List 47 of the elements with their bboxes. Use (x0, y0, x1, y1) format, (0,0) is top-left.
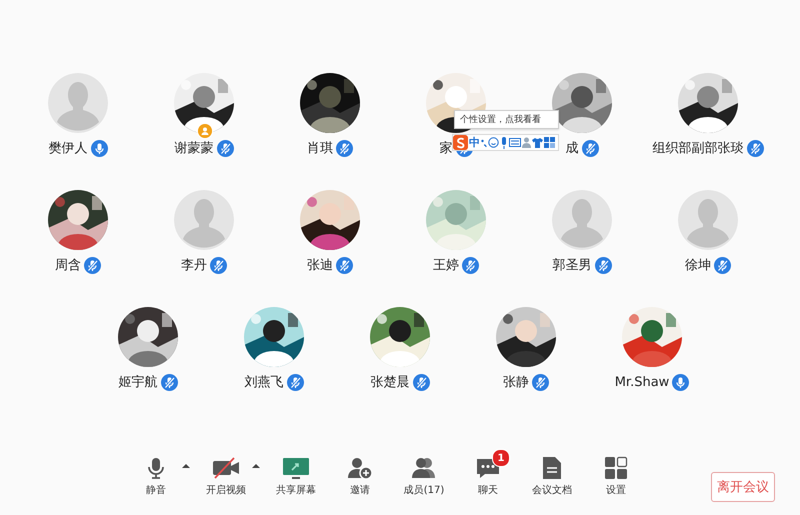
participant-name: 成 (566, 140, 578, 157)
participant-name: 郭圣男 (552, 257, 592, 274)
screen-share-icon (282, 456, 310, 480)
participant-name: 姬宇航 (118, 374, 158, 391)
participant-name: 樊伊人 (48, 140, 88, 157)
grid-icon[interactable] (544, 137, 555, 148)
participant-name: 谢蒙蒙 (174, 140, 214, 157)
ime-logo-icon[interactable] (453, 135, 468, 150)
docs-button[interactable]: 会议文档 (523, 449, 581, 499)
document-icon (542, 456, 562, 480)
participant-name: 刘燕飞 (244, 374, 284, 391)
default-avatar-icon (174, 190, 234, 250)
participant-name: 家 (440, 140, 452, 157)
default-avatar-icon (552, 190, 612, 250)
participant-name: 肖琪 (307, 140, 333, 157)
punctuation-icon[interactable] (481, 138, 487, 148)
participant-name: 周含 (55, 257, 81, 274)
default-avatar-icon (678, 190, 738, 250)
mic-icon[interactable] (500, 136, 508, 148)
participant-name: 张迪 (307, 257, 333, 274)
ime-tooltip: 个性设置，点我看看 (454, 110, 559, 129)
input-mode-toggle[interactable]: 中 (469, 135, 480, 150)
participant-name: 李丹 (181, 257, 207, 274)
unread-badge: 1 (492, 449, 510, 467)
participant-name: 王婷 (433, 257, 459, 274)
video-button[interactable]: 开启视频 (197, 449, 255, 499)
caret-icon[interactable] (181, 461, 191, 471)
members-button[interactable]: 成员(17) (395, 449, 453, 499)
people-icon (410, 456, 438, 480)
participant-name: 组织部副部张琰 (652, 140, 744, 157)
participant-name: 张楚晨 (370, 374, 410, 391)
default-avatar-icon (48, 73, 108, 133)
caret-icon[interactable] (251, 461, 261, 471)
shirt-icon[interactable] (532, 138, 543, 148)
keyboard-icon[interactable] (509, 138, 521, 147)
settings-icon (604, 456, 628, 480)
participant-name: 徐坤 (685, 257, 711, 274)
mic-button[interactable]: 静音 (127, 449, 185, 499)
participant-name: Mr.Shaw (614, 374, 670, 390)
leave-meeting-button[interactable]: 离开会议 (711, 472, 775, 502)
invite-button[interactable]: 邀请 (331, 449, 389, 499)
share-button[interactable]: 共享屏幕 (267, 449, 325, 499)
add-person-icon (347, 456, 373, 480)
emoji-icon[interactable] (488, 137, 499, 148)
chat-button[interactable]: 聊天 1 (459, 449, 517, 499)
settings-button[interactable]: 设置 (587, 449, 645, 499)
participant-name: 张静 (503, 374, 529, 391)
